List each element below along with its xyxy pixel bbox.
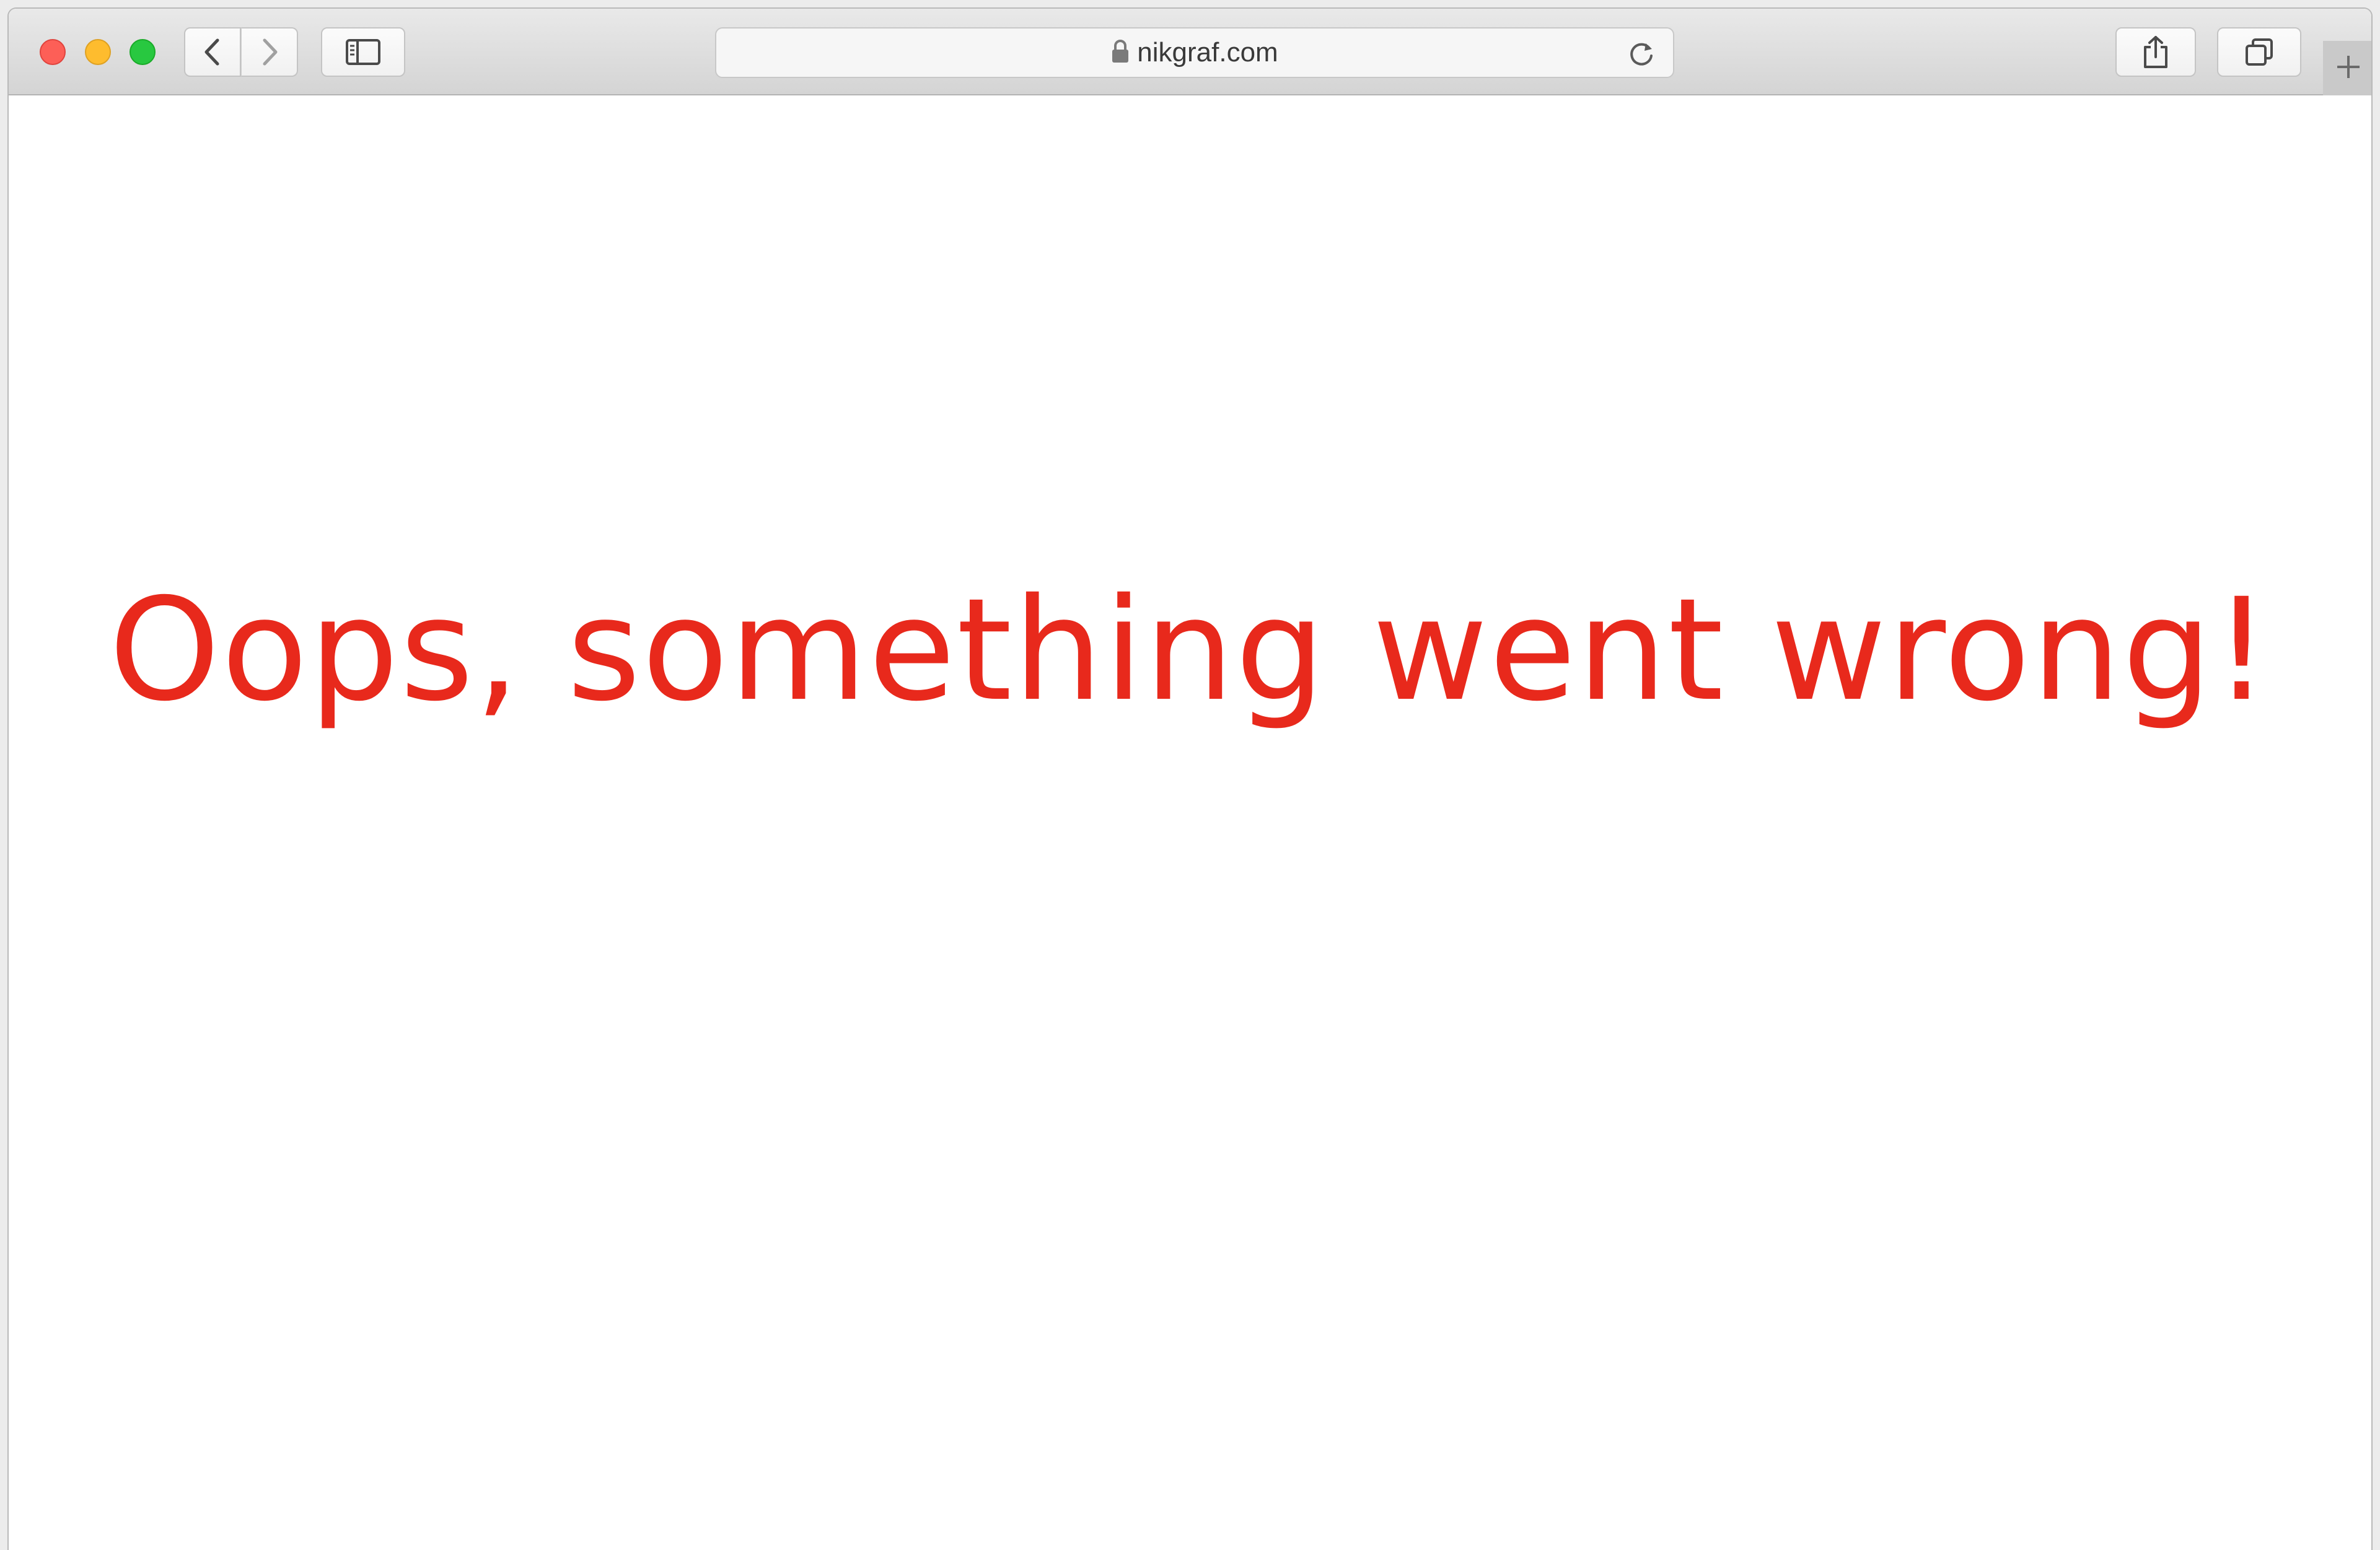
chevron-right-icon: [257, 37, 282, 68]
share-icon: [2141, 35, 2170, 69]
lock-icon: [1111, 39, 1130, 67]
back-button[interactable]: [184, 27, 241, 77]
close-window-button[interactable]: [40, 39, 66, 65]
sidebar-toggle-button[interactable]: [321, 27, 405, 77]
address-bar[interactable]: nikgraf.com: [715, 27, 1674, 78]
url-text: nikgraf.com: [1137, 37, 1278, 68]
browser-toolbar: nikgraf.com: [9, 9, 2371, 95]
reload-icon[interactable]: [1627, 40, 1656, 71]
share-button[interactable]: [2115, 27, 2196, 77]
address-display: nikgraf.com: [716, 28, 1673, 77]
forward-button[interactable]: [241, 27, 298, 77]
page-content: Oops, something went wrong!: [9, 95, 2371, 1550]
tabs-overview-icon: [2244, 37, 2274, 67]
plus-icon: [2335, 53, 2362, 84]
chevron-left-icon: [200, 37, 225, 68]
error-message: Oops, something went wrong!: [108, 567, 2272, 732]
zoom-window-button[interactable]: [130, 39, 156, 65]
sidebar-icon: [345, 38, 381, 66]
new-tab-button[interactable]: [2323, 41, 2371, 95]
browser-window: nikgraf.com Oops, something went wrong!: [7, 7, 2373, 1550]
tab-overview-button[interactable]: [2217, 27, 2301, 77]
minimize-window-button[interactable]: [85, 39, 111, 65]
